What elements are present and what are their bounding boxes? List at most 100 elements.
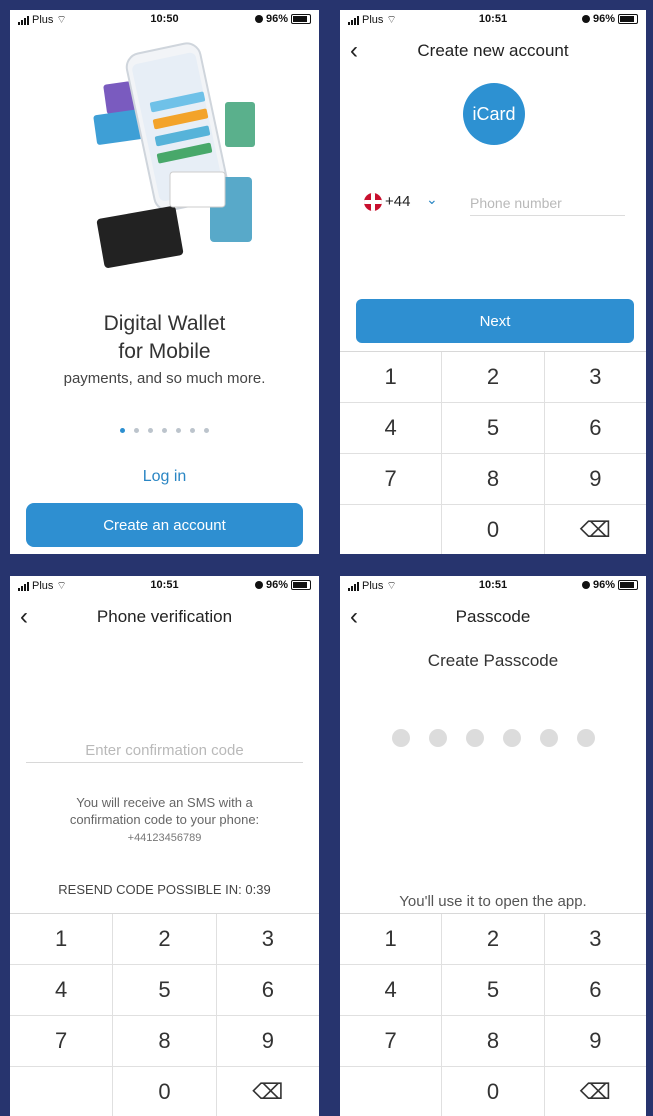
key-1[interactable]: 1 [340, 352, 443, 402]
alarm-icon [254, 581, 263, 589]
key-empty [340, 1067, 443, 1116]
page-title: Create new account [417, 41, 569, 60]
login-link[interactable]: Log in [10, 468, 319, 486]
battery-icon [291, 580, 311, 590]
key-2[interactable]: 2 [442, 914, 545, 964]
status-bar: Plus ⌔ 10:51 96% [340, 576, 646, 594]
page-title: Phone verification [96, 607, 233, 626]
key-6[interactable]: 6 [545, 965, 646, 1015]
backspace-icon[interactable]: ⌫ [217, 1067, 319, 1116]
welcome-screen: Plus ⌔ 10:50 96% Digital Wallet for Mobi… [10, 10, 319, 554]
key-4[interactable]: 4 [10, 965, 114, 1015]
key-9[interactable]: 9 [545, 454, 646, 504]
key-4[interactable]: 4 [340, 403, 443, 453]
numeric-keypad: 123 456 789 0 ⌫ [10, 913, 319, 1116]
next-button[interactable]: Next [356, 299, 634, 343]
key-8[interactable]: 8 [113, 1016, 217, 1066]
create-account-screen: Plus ⌔ 10:51 96% ‹ Create new account iC… [340, 10, 646, 554]
key-4[interactable]: 4 [340, 965, 443, 1015]
pager-dots [10, 428, 319, 433]
key-0[interactable]: 0 [442, 1067, 545, 1116]
key-2[interactable]: 2 [442, 352, 545, 402]
phone-number-input[interactable] [470, 191, 625, 216]
phone-number-display: +44123456789 [127, 832, 202, 844]
pager-dot[interactable] [134, 428, 139, 433]
status-bar: Plus ⌔ 10:51 96% [10, 576, 319, 594]
pager-dot[interactable] [176, 428, 181, 433]
battery-percent: 96% [265, 579, 288, 591]
key-7[interactable]: 7 [10, 1016, 114, 1066]
key-3[interactable]: 3 [217, 914, 319, 964]
passcode-hint: You'll use it to open the app. [399, 893, 587, 910]
resend-countdown: RESEND CODE POSSIBLE IN: 0:39 [58, 882, 271, 897]
wallet-illustration [93, 42, 255, 268]
passcode-dot [539, 729, 558, 747]
uk-flag-icon[interactable] [364, 193, 382, 211]
battery-icon [618, 14, 638, 24]
key-9[interactable]: 9 [217, 1016, 319, 1066]
key-6[interactable]: 6 [545, 403, 646, 453]
key-6[interactable]: 6 [217, 965, 319, 1015]
key-empty [340, 505, 443, 554]
numeric-keypad: 123 456 789 0 ⌫ [340, 351, 646, 554]
icard-logo: iCard [463, 83, 525, 145]
key-8[interactable]: 8 [442, 454, 545, 504]
chevron-down-icon[interactable]: ⌄ [426, 191, 438, 208]
battery-icon [291, 14, 311, 24]
alarm-icon [581, 15, 590, 23]
status-bar: Plus ⌔ 10:51 96% [340, 10, 646, 28]
battery-percent: 96% [592, 13, 615, 25]
nav-bar: ‹ Passcode [340, 602, 646, 632]
pager-dot[interactable] [204, 428, 209, 433]
welcome-subtitle: payments, and so much more. [63, 370, 266, 387]
key-8[interactable]: 8 [442, 1016, 545, 1066]
nav-bar: ‹ Phone verification [10, 602, 319, 632]
key-5[interactable]: 5 [442, 403, 545, 453]
key-1[interactable]: 1 [340, 914, 443, 964]
phone-verification-screen: Plus ⌔ 10:51 96% ‹ Phone verification Yo… [10, 576, 319, 1116]
status-bar: Plus ⌔ 10:50 96% [10, 10, 319, 28]
battery-percent: 96% [592, 579, 615, 591]
numeric-keypad: 123 456 789 0 ⌫ [340, 913, 646, 1116]
pager-dot[interactable] [148, 428, 153, 433]
pager-dot[interactable] [190, 428, 195, 433]
key-3[interactable]: 3 [545, 352, 646, 402]
passcode-dot [465, 729, 484, 747]
key-2[interactable]: 2 [113, 914, 217, 964]
country-code[interactable]: +44 [385, 193, 410, 210]
key-5[interactable]: 5 [113, 965, 217, 1015]
passcode-dot [576, 729, 595, 747]
welcome-title-line1: Digital Wallet [103, 312, 226, 335]
passcode-screen: Plus ⌔ 10:51 96% ‹ Passcode Create Passc… [340, 576, 646, 1116]
key-7[interactable]: 7 [340, 454, 443, 504]
create-account-button[interactable]: Create an account [26, 503, 303, 547]
sms-info-message: You will receive an SMS with a confirmat… [69, 795, 260, 827]
sms-info-text: You will receive an SMS with a confirmat… [55, 794, 274, 847]
alarm-icon [581, 581, 590, 589]
battery-percent: 96% [265, 13, 288, 25]
backspace-icon[interactable]: ⌫ [545, 505, 646, 554]
key-empty [10, 1067, 114, 1116]
confirmation-code-input[interactable] [26, 738, 303, 763]
passcode-dots [340, 729, 646, 747]
nav-bar: ‹ Create new account [340, 36, 646, 66]
key-5[interactable]: 5 [442, 965, 545, 1015]
backspace-icon[interactable]: ⌫ [545, 1067, 646, 1116]
key-0[interactable]: 0 [113, 1067, 217, 1116]
page-title: Passcode [455, 607, 531, 626]
passcode-dot [391, 729, 410, 747]
key-9[interactable]: 9 [545, 1016, 646, 1066]
key-7[interactable]: 7 [340, 1016, 443, 1066]
pager-dot[interactable] [162, 428, 167, 433]
create-passcode-heading: Create Passcode [427, 651, 559, 670]
key-3[interactable]: 3 [545, 914, 646, 964]
key-1[interactable]: 1 [10, 914, 114, 964]
key-0[interactable]: 0 [442, 505, 545, 554]
battery-icon [618, 580, 638, 590]
welcome-title: Digital Wallet for Mobile [10, 310, 319, 366]
alarm-icon [254, 15, 263, 23]
passcode-dot [428, 729, 447, 747]
pager-dot[interactable] [120, 428, 125, 433]
welcome-title-line2: for Mobile [118, 340, 211, 363]
passcode-dot [502, 729, 521, 747]
